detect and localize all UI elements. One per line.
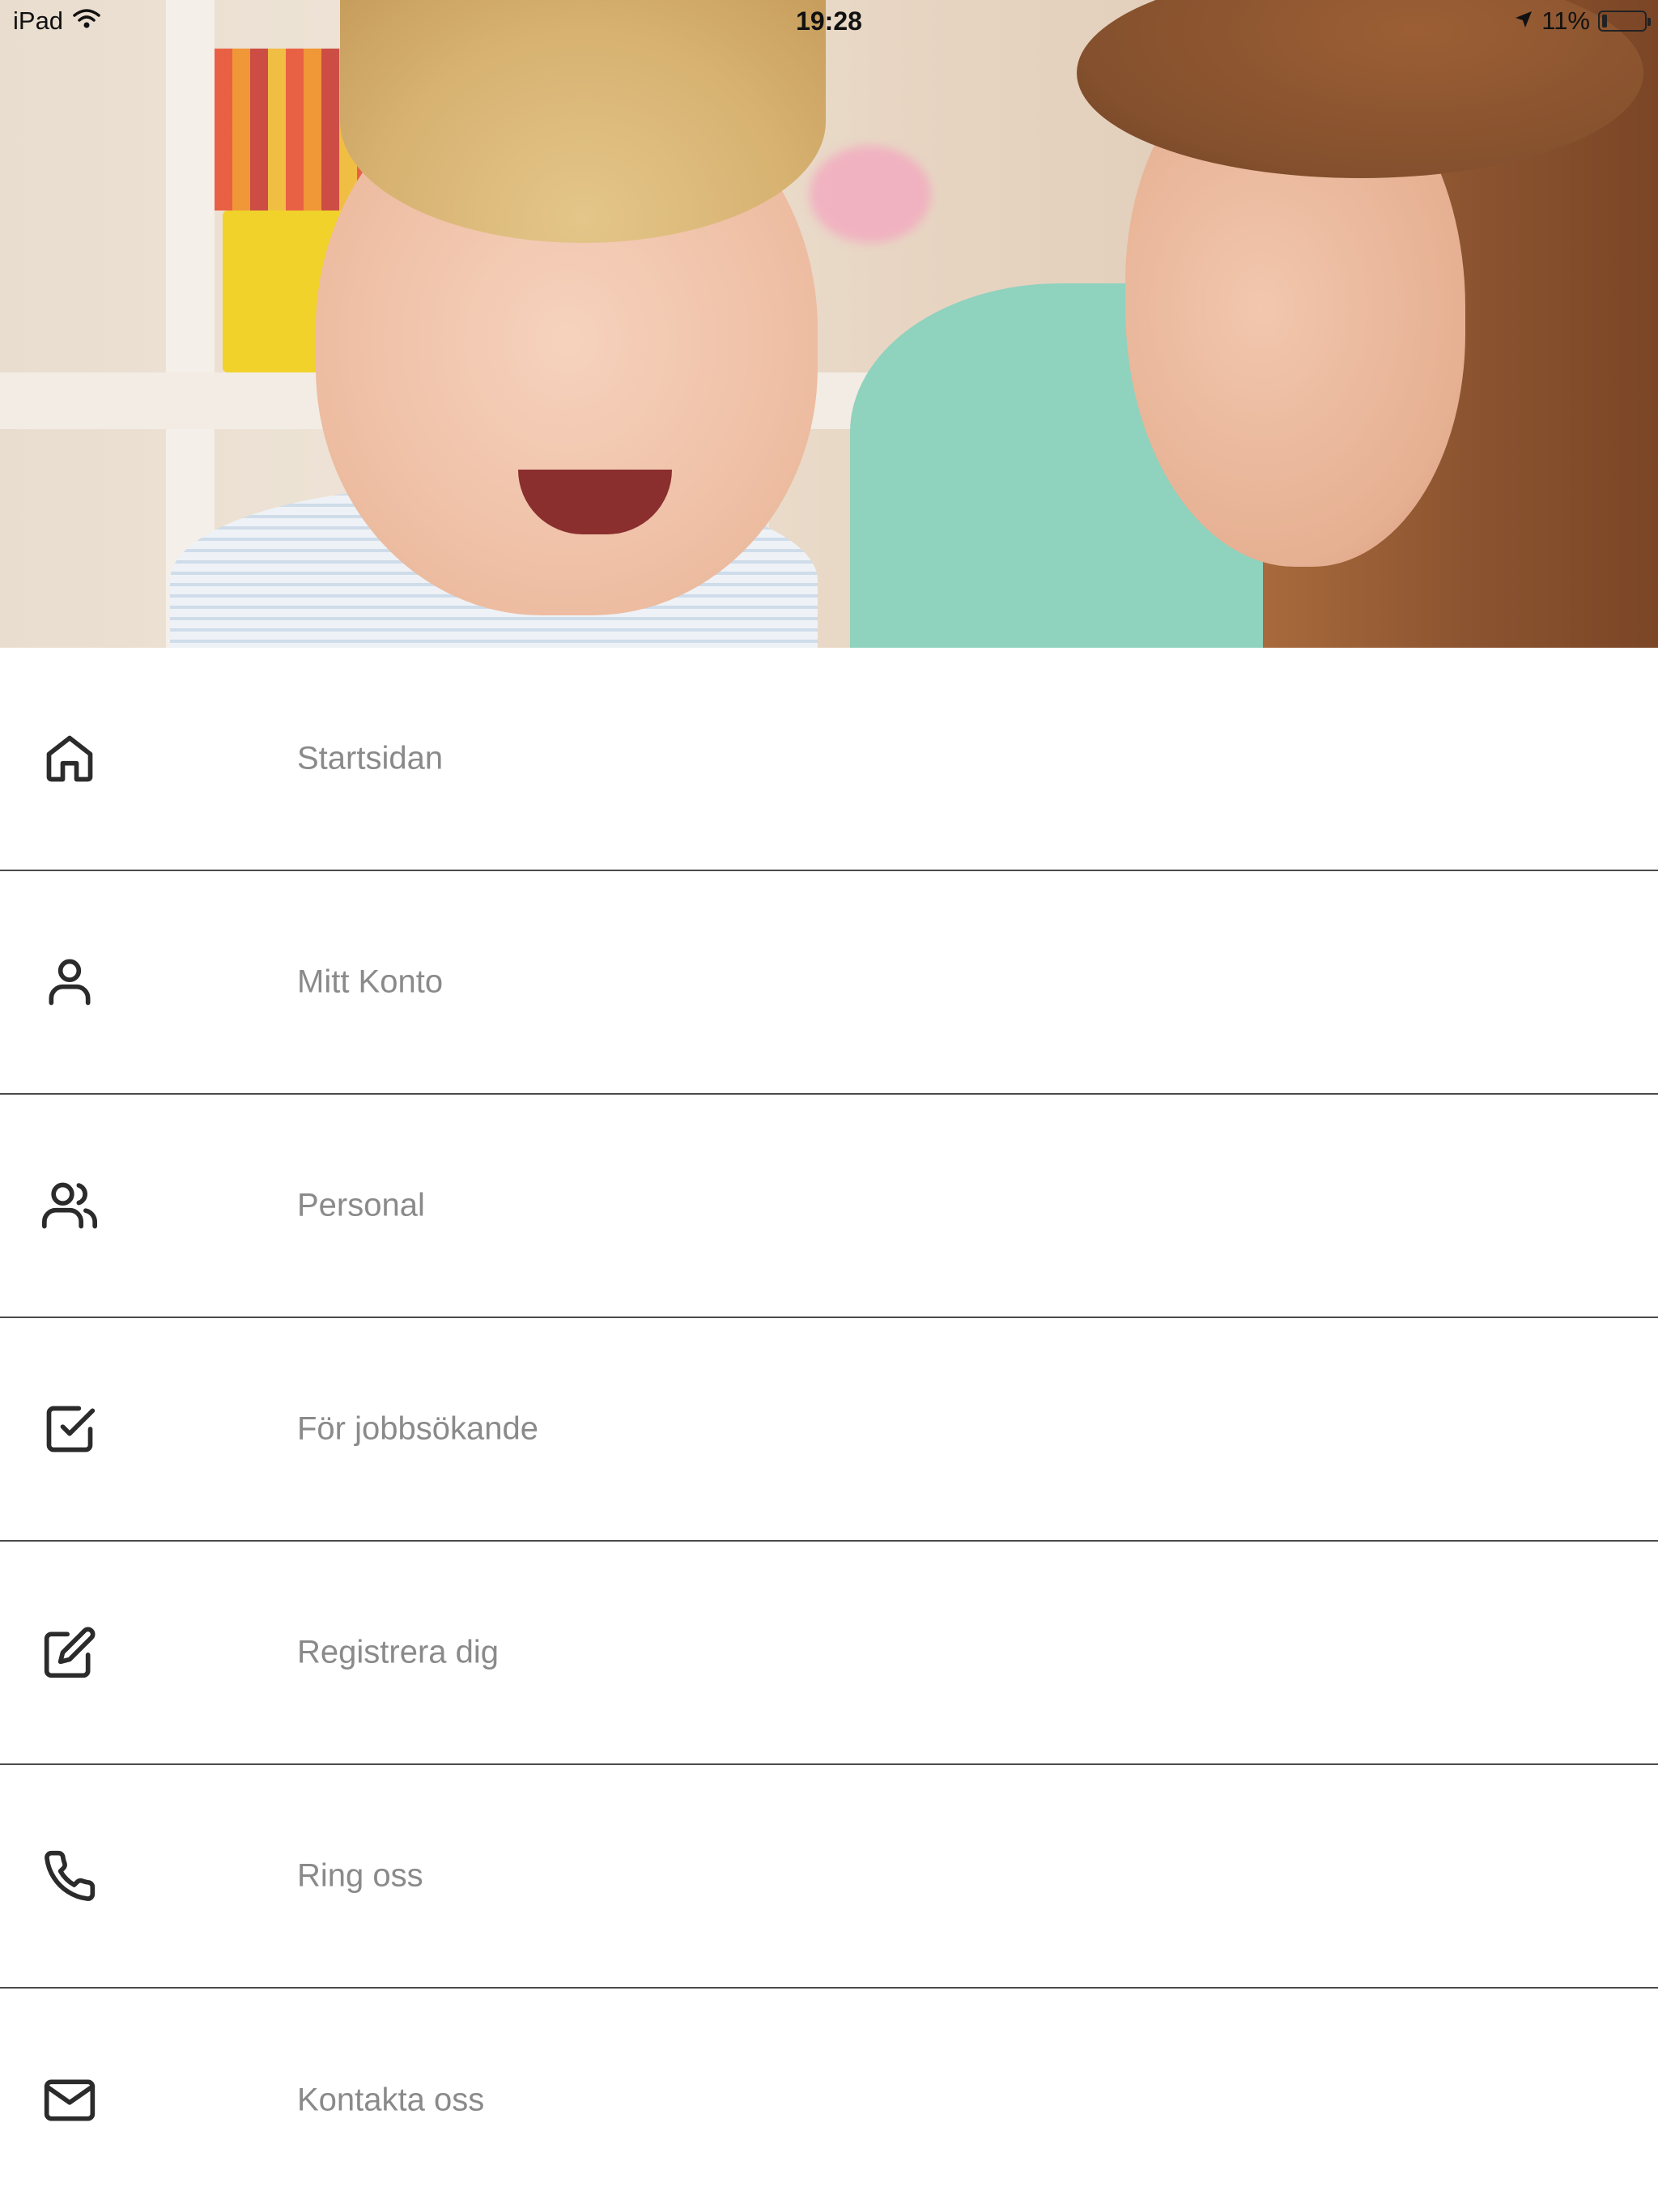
menu-item-label: Personal [297,1187,425,1223]
status-time: 19:28 [796,6,862,36]
user-icon [42,955,97,1010]
menu-item-for-jobbsokande[interactable]: För jobbsökande [0,1318,1658,1542]
home-icon [42,731,97,786]
mail-icon [42,2073,97,2128]
menu-item-registrera-dig[interactable]: Registrera dig [0,1542,1658,1765]
menu-item-startsidan[interactable]: Startsidan [0,648,1658,871]
battery-fill [1602,15,1607,28]
menu-item-label: Startsidan [297,740,444,776]
menu-item-label: Kontakta oss [297,2082,485,2118]
location-arrow-icon [1514,6,1533,36]
status-right: 11% [1514,6,1651,36]
hero-image [0,0,1658,648]
menu-item-kontakta-oss[interactable]: Kontakta oss [0,1989,1658,2212]
app-screen: iPad 19:28 11% Startsidan Mitt Konto Per… [0,0,1658,2212]
battery-percent: 11% [1541,6,1590,35]
menu-item-ring-oss[interactable]: Ring oss [0,1765,1658,1989]
edit-icon [42,1625,97,1680]
menu-item-personal[interactable]: Personal [0,1095,1658,1318]
phone-icon [42,1848,97,1904]
menu-item-mitt-konto[interactable]: Mitt Konto [0,871,1658,1095]
status-bar: iPad 19:28 11% [0,0,1658,42]
battery-icon [1598,11,1651,32]
check-square-icon [42,1402,97,1457]
main-menu: Startsidan Mitt Konto Personal För jobbs… [0,648,1658,2212]
menu-item-label: Ring oss [297,1857,423,1894]
users-icon [42,1178,97,1233]
menu-item-label: Mitt Konto [297,963,444,1000]
menu-item-label: Registrera dig [297,1634,500,1670]
menu-item-label: För jobbsökande [297,1410,538,1447]
